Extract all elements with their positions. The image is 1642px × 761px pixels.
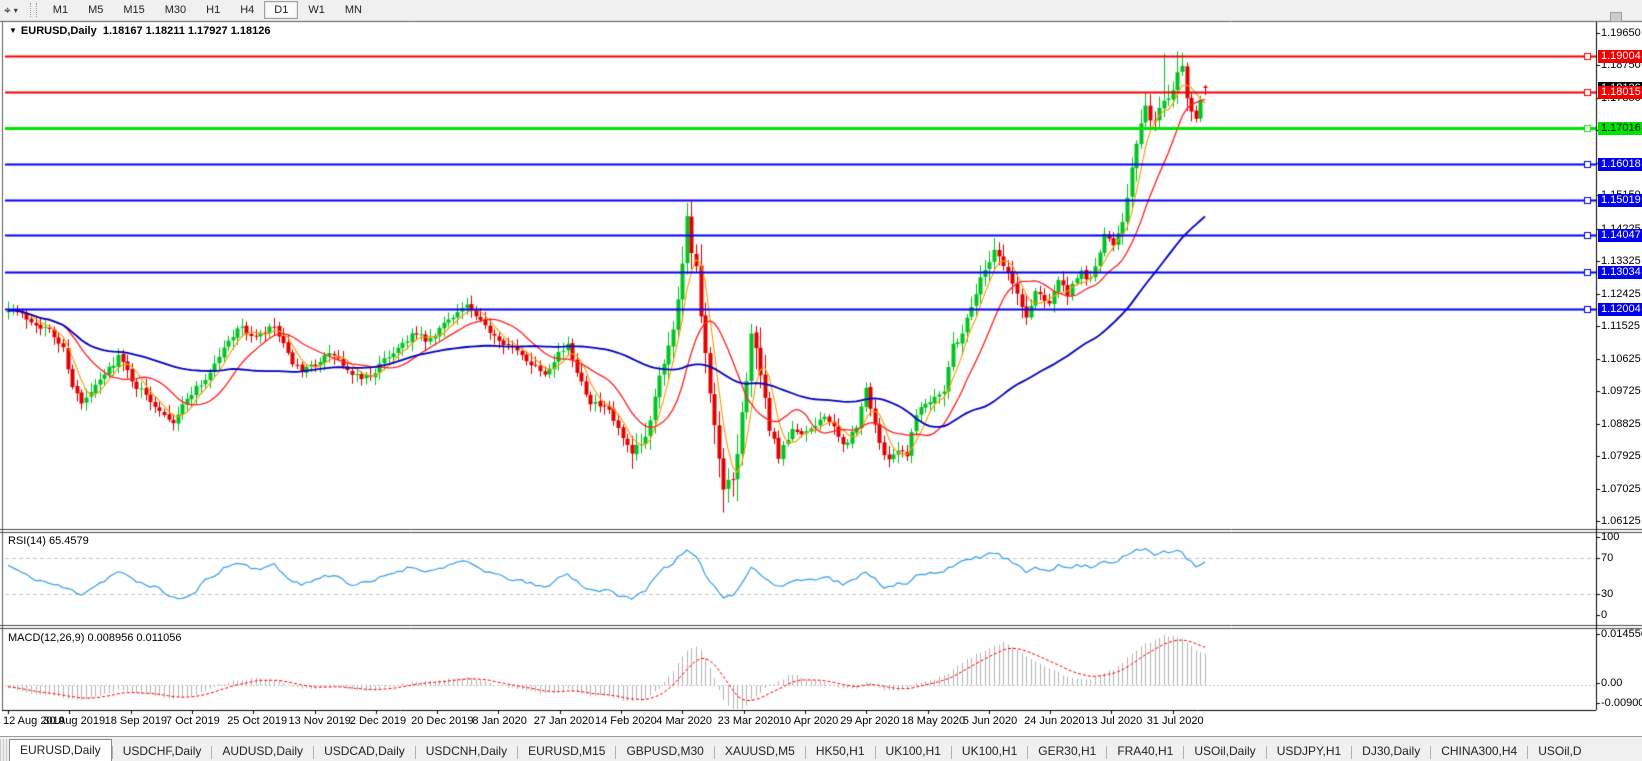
chart-tab-usdcnh-daily[interactable]: USDCNH,Daily [416, 741, 517, 761]
timeframe-m1[interactable]: M1 [43, 1, 78, 19]
timeframe-m5[interactable]: M5 [78, 1, 113, 19]
toolbar-grip [29, 3, 37, 17]
chart-tab-eurusd-m15[interactable]: EURUSD,M15 [518, 741, 615, 761]
chart-tab-xauusd-m5[interactable]: XAUUSD,M5 [715, 741, 805, 761]
chart-tab-audusd-daily[interactable]: AUDUSD,Daily [212, 741, 313, 761]
tabbar-grip [0, 739, 7, 761]
timeframe-d1[interactable]: D1 [264, 1, 299, 19]
timeframe-m15[interactable]: M15 [113, 1, 154, 19]
chart-tab-china300-h4[interactable]: CHINA300,H4 [1431, 741, 1527, 761]
cursor-tool-icon[interactable]: ⌖ ▾ [0, 1, 24, 19]
chart-tab-usdcad-daily[interactable]: USDCAD,Daily [314, 741, 415, 761]
chart-tab-dj30-daily[interactable]: DJ30,Daily [1352, 741, 1430, 761]
chart-tab-hk50-h1[interactable]: HK50,H1 [806, 741, 875, 761]
timeframe-m30[interactable]: M30 [155, 1, 196, 19]
timeframe-h1[interactable]: H1 [196, 1, 230, 19]
chart-tab-eurusd-daily[interactable]: EURUSD,Daily [9, 739, 112, 761]
chart-tab-ger30-h1[interactable]: GER30,H1 [1028, 741, 1106, 761]
chart-tab-fra40-h1[interactable]: FRA40,H1 [1107, 741, 1183, 761]
chart-tab-uk100-h1[interactable]: UK100,H1 [952, 741, 1027, 761]
chart-tab-usoil-daily[interactable]: USOil,Daily [1184, 741, 1265, 761]
chart-tab-usoil-d[interactable]: USOil,D [1528, 741, 1591, 761]
chart-tab-usdchf-daily[interactable]: USDCHF,Daily [113, 741, 212, 761]
chevron-down-icon: ▾ [13, 5, 18, 15]
timeframe-buttons: M1 M5 M15 M30 H1 H4 D1 W1 MN [43, 0, 372, 20]
chart-tab-uk100-h1[interactable]: UK100,H1 [876, 741, 951, 761]
scroll-marker[interactable] [1610, 12, 1622, 22]
chart-window: ▼ EURUSD,Daily 1.18167 1.18211 1.17927 1.… [0, 20, 1642, 737]
chart-canvas[interactable] [0, 20, 1642, 737]
timeframe-h4[interactable]: H4 [230, 1, 264, 19]
timeframe-mn[interactable]: MN [335, 1, 372, 19]
chart-tab-bar: EURUSD,Daily USDCHF,Daily AUDUSD,Daily USDC… [0, 736, 1642, 761]
timeframe-w1[interactable]: W1 [298, 1, 335, 19]
chart-tab-gbpusd-m30[interactable]: GBPUSD,M30 [616, 741, 713, 761]
chart-tab-usdjpy-h1[interactable]: USDJPY,H1 [1267, 741, 1351, 761]
top-toolbar: ⌖ ▾ M1 M5 M15 M30 H1 H4 D1 W1 MN [0, 0, 1642, 22]
crosshair-icon: ⌖ [4, 2, 11, 17]
